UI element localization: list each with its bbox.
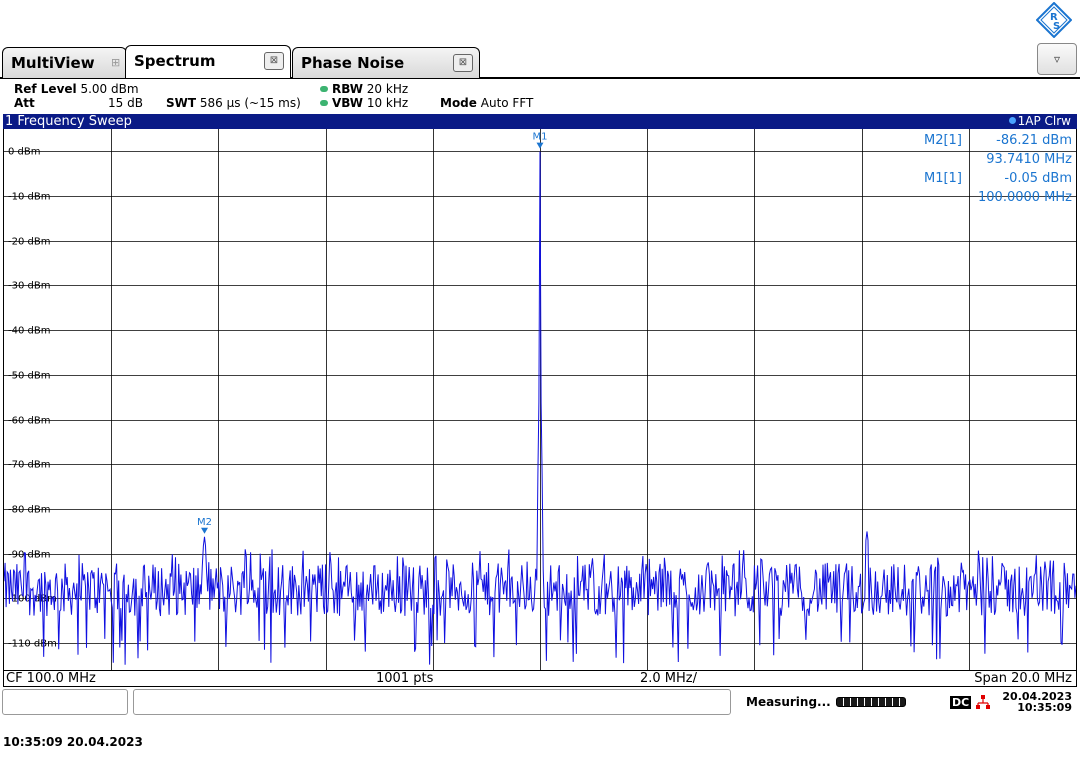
trace-dot-icon	[1008, 117, 1016, 124]
dc-coupling-badge: DC	[950, 696, 972, 709]
att-value: 15 dB	[108, 96, 143, 110]
measurement-settings: Ref Level 5.00 dBm Att 15 dB SWT 586 µs …	[0, 80, 1080, 114]
svg-text:S: S	[1053, 21, 1060, 32]
marker-triangle	[201, 527, 209, 534]
vbw-status-dot	[320, 100, 328, 106]
rbw-label: RBW	[332, 82, 363, 96]
y-tick-label: -40 dBm	[8, 326, 50, 337]
tab-phase-noise-label: Phase Noise	[301, 54, 405, 72]
rbw-value: 20 kHz	[366, 82, 409, 96]
progress-bar	[836, 697, 906, 707]
tab-multiview-label: MultiView	[11, 54, 95, 72]
center-frequency: CF 100.0 MHz	[6, 671, 96, 686]
close-icon[interactable]: ⊠	[453, 54, 473, 72]
marker-label: M1	[533, 132, 548, 143]
y-tick-label: -20 dBm	[8, 237, 50, 248]
ref-level-value: 5.00 dBm	[80, 82, 139, 96]
status-bar: Measuring... DC 20.04.2023 10:35:09	[0, 688, 1080, 716]
y-tick-label: -60 dBm	[8, 416, 50, 427]
spectrum-chart: 0 dBm -10 dBm -20 dBm -30 dBm -40 dBm -50 dBm…	[4, 129, 1076, 670]
y-tick-label: -110 dBm	[8, 639, 57, 650]
frequency-per-division: 2.0 MHz/	[640, 671, 698, 686]
sweep-footer: CF 100.0 MHz 1001 pts 2.0 MHz/ Span 20.0…	[3, 670, 1077, 687]
att-label: Att	[14, 96, 35, 110]
y-tick-label: -10 dBm	[8, 192, 50, 203]
y-tick-label: 0 dBm	[8, 147, 41, 158]
timestamp-stamp: 10:35:09 20.04.2023	[3, 735, 143, 749]
y-tick-label: -70 dBm	[8, 460, 50, 471]
ref-level-label: Ref Level	[14, 82, 77, 96]
tab-multiview[interactable]: MultiView ⊞	[2, 47, 127, 78]
vbw-value: 10 kHz	[366, 96, 409, 110]
vbw-label: VBW	[332, 96, 364, 110]
network-icon	[976, 695, 990, 709]
measuring-status: Measuring...	[746, 695, 831, 709]
spectrum-trace	[4, 151, 1076, 665]
tab-bar: MultiView ⊞ Spectrum ⊠ Phase Noise ⊠	[0, 44, 1080, 79]
y-tick-label: -90 dBm	[8, 550, 50, 561]
tab-spectrum-label: Spectrum	[134, 52, 216, 70]
swt-value: 586 µs (~15 ms)	[199, 96, 301, 110]
window-title: 1 Frequency Sweep	[5, 114, 132, 129]
marker-level: -0.05 dBm	[1004, 171, 1072, 186]
y-tick-label: -80 dBm	[8, 505, 50, 516]
marker-label: M2	[197, 517, 212, 528]
marker-name: M1[1]	[924, 171, 962, 186]
rbw-status-dot	[320, 86, 328, 92]
chevron-down-icon[interactable]: ▿	[1037, 43, 1077, 75]
grid-icon: ⊞	[111, 56, 121, 69]
y-tick-label: -50 dBm	[8, 371, 50, 382]
trace-info: 1AP Clrw	[1008, 114, 1071, 129]
mode-label: Mode	[440, 96, 477, 110]
mode-value: Auto FFT	[480, 96, 534, 110]
marker-frequency: 93.7410 MHz	[986, 152, 1072, 167]
input-field-main[interactable]	[133, 689, 731, 715]
tab-spectrum[interactable]: Spectrum ⊠	[125, 45, 291, 78]
marker-level: -86.21 dBm	[996, 133, 1072, 148]
rohde-schwarz-logo: R S	[1036, 2, 1072, 38]
spectrum-plot[interactable]: 0 dBm -10 dBm -20 dBm -30 dBm -40 dBm -50 dBm…	[3, 129, 1077, 670]
frequency-span: Span 20.0 MHz	[974, 671, 1072, 686]
tab-phase-noise[interactable]: Phase Noise ⊠	[292, 47, 480, 78]
close-icon[interactable]: ⊠	[264, 52, 284, 70]
status-time: 10:35:09	[1017, 701, 1072, 714]
marker-name: M2[1]	[924, 133, 962, 148]
date-time: 20.04.2023 10:35:09	[1002, 691, 1072, 713]
y-tick-label: -30 dBm	[8, 281, 50, 292]
sweep-points: 1001 pts	[376, 671, 434, 686]
input-field-left[interactable]	[2, 689, 128, 715]
marker-frequency: 100.0000 MHz	[978, 190, 1072, 205]
window-title-bar[interactable]: 1 Frequency Sweep 1AP Clrw	[3, 114, 1077, 129]
marker-triangle	[536, 142, 544, 149]
swt-label: SWT	[166, 96, 197, 110]
